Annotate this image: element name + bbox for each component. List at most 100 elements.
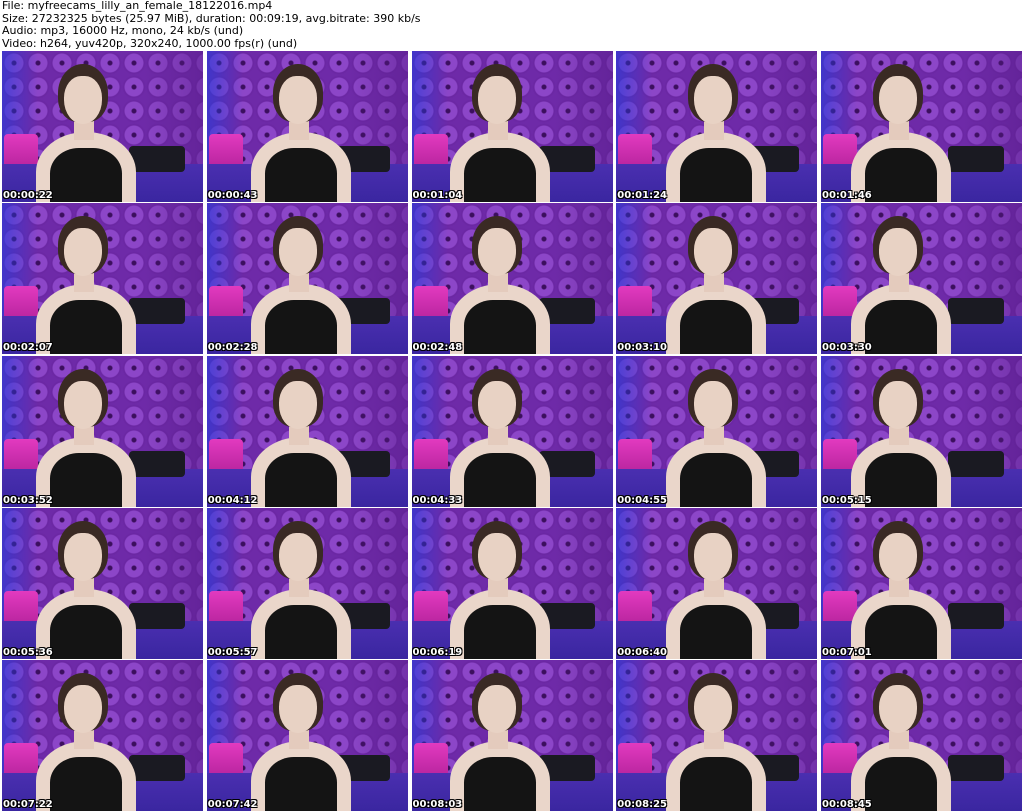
black-top <box>463 452 536 507</box>
frame-timestamp: 00:03:30 <box>822 342 872 354</box>
black-top <box>865 604 937 659</box>
frame-timestamp: 00:01:04 <box>412 190 463 201</box>
thumbnail-frame: 00:02:28 <box>206 203 408 355</box>
face <box>278 532 317 581</box>
thumbnail-frame: 00:07:01 <box>821 507 1022 659</box>
frame-timestamp: 00:07:01 <box>822 646 872 658</box>
frame-timestamp: 00:01:46 <box>822 190 872 201</box>
frame-timestamp: 00:08:25 <box>617 799 667 810</box>
thumbnail-frame: 00:01:24 <box>616 51 818 202</box>
black-top <box>680 604 753 659</box>
person-figure <box>449 671 560 811</box>
thumbnail-grid: 00:00:22 00:00:43 00:01:04 00:01:24 00:01:46… <box>2 51 1022 811</box>
thumbnail-frame: 00:08:25 <box>616 660 818 811</box>
thumbnail-frame: 00:04:55 <box>616 355 818 507</box>
thumbnail-frame: 00:05:36 <box>2 507 203 659</box>
frame-timestamp: 00:01:24 <box>617 190 667 201</box>
black-top <box>264 757 337 811</box>
face <box>879 228 917 277</box>
info-header: File: myfreecams_lilly_an_female_1812201… <box>0 0 1024 50</box>
person-figure <box>851 214 961 355</box>
black-top <box>264 300 337 355</box>
person-figure <box>449 214 560 355</box>
thumbnail-frame: 00:08:45 <box>821 660 1022 811</box>
black-top <box>50 452 122 507</box>
face <box>64 380 102 429</box>
person-figure <box>851 519 961 659</box>
person-figure <box>851 367 961 507</box>
face <box>879 532 917 581</box>
frame-timestamp: 00:06:19 <box>412 646 463 658</box>
black-top <box>264 604 337 659</box>
frame-timestamp: 00:04:33 <box>412 494 463 506</box>
thumbnail-frame: 00:08:03 <box>411 660 613 811</box>
black-top <box>50 604 122 659</box>
black-top <box>50 757 122 811</box>
person-figure <box>666 367 776 507</box>
person-figure <box>250 519 361 659</box>
frame-timestamp: 00:02:48 <box>412 342 463 354</box>
frame-timestamp: 00:04:12 <box>207 494 258 506</box>
frame-timestamp: 00:03:10 <box>617 342 667 354</box>
video-info-line: Video: h264, yuv420p, 320x240, 1000.00 f… <box>2 36 298 50</box>
person-figure <box>851 671 961 811</box>
black-top <box>865 148 937 202</box>
frame-timestamp: 00:08:45 <box>822 799 872 810</box>
person-figure <box>36 214 146 355</box>
face <box>477 76 516 124</box>
black-top <box>865 452 937 507</box>
person-figure <box>666 214 776 355</box>
face <box>278 380 317 429</box>
frame-timestamp: 00:00:43 <box>207 190 258 201</box>
frame-timestamp: 00:02:28 <box>207 342 258 354</box>
black-top <box>264 452 337 507</box>
frame-timestamp: 00:03:52 <box>3 494 53 506</box>
face <box>64 76 102 124</box>
person-figure <box>250 62 361 202</box>
thumbnail-frame: 00:00:43 <box>206 51 408 202</box>
face <box>694 532 733 581</box>
thumbnail-frame: 00:02:48 <box>411 203 613 355</box>
face <box>64 228 102 277</box>
person-figure <box>449 519 560 659</box>
frame-timestamp: 00:07:22 <box>3 799 53 810</box>
face <box>879 380 917 429</box>
face <box>477 380 516 429</box>
face <box>477 685 516 733</box>
face <box>278 228 317 277</box>
black-top <box>680 452 753 507</box>
black-top <box>50 148 122 202</box>
audio-info-line: Audio: mp3, 16000 Hz, mono, 24 kb/s (und… <box>2 24 244 37</box>
frame-timestamp: 00:00:22 <box>3 190 53 201</box>
face <box>694 76 733 124</box>
thumbnail-frame: 00:03:10 <box>616 203 818 355</box>
black-top <box>463 300 536 355</box>
person-figure <box>36 671 146 811</box>
thumbnail-frame: 00:01:04 <box>411 51 613 202</box>
thumbnail-frame: 00:05:57 <box>206 507 408 659</box>
person-figure <box>666 62 776 202</box>
person-figure <box>36 367 146 507</box>
frame-timestamp: 00:04:55 <box>617 494 667 506</box>
person-figure <box>36 62 146 202</box>
face <box>477 532 516 581</box>
thumbnail-frame: 00:04:12 <box>206 355 408 507</box>
black-top <box>463 757 536 811</box>
thumbnail-frame: 00:05:15 <box>821 355 1022 507</box>
face <box>879 76 917 124</box>
black-top <box>463 604 536 659</box>
file-name-line: File: myfreecams_lilly_an_female_1812201… <box>2 0 273 12</box>
frame-timestamp: 00:08:03 <box>412 799 463 810</box>
frame-timestamp: 00:05:57 <box>207 646 258 658</box>
frame-timestamp: 00:07:42 <box>207 799 258 810</box>
frame-timestamp: 00:02:07 <box>3 342 53 354</box>
face <box>694 685 733 733</box>
frame-timestamp: 00:05:15 <box>822 494 872 506</box>
black-top <box>680 757 753 811</box>
person-figure <box>449 367 560 507</box>
face <box>64 532 102 581</box>
face <box>879 685 917 733</box>
black-top <box>865 300 937 355</box>
person-figure <box>36 519 146 659</box>
black-top <box>50 300 122 355</box>
